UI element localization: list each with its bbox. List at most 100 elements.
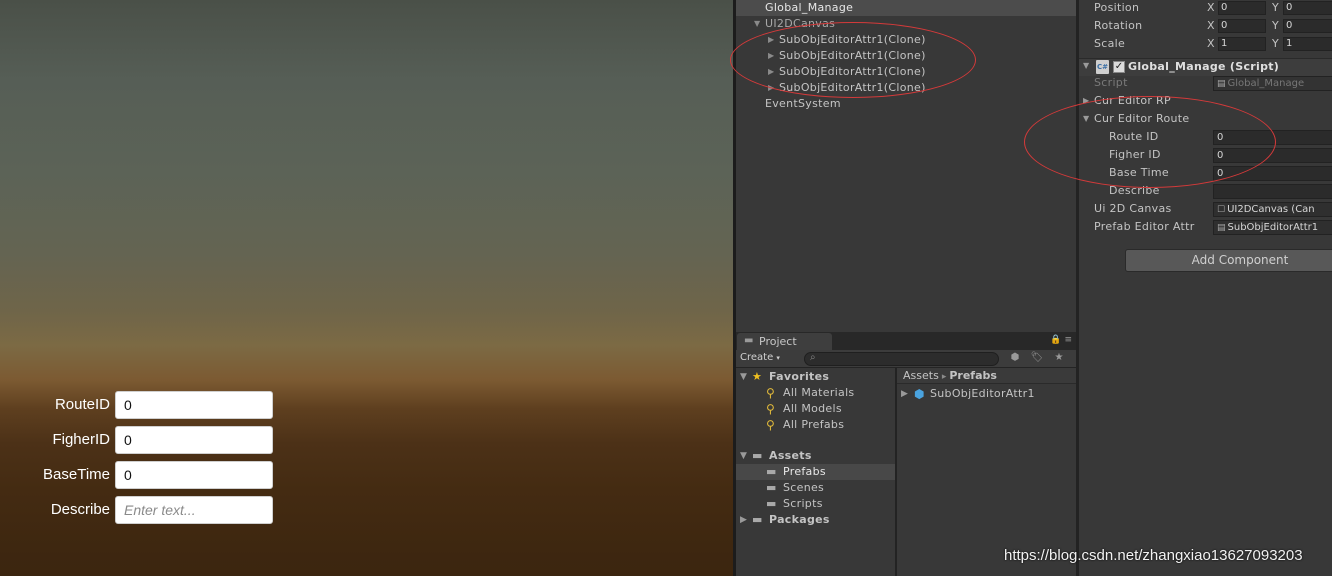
hierarchy-item-subobj-clone[interactable]: ▶ SubObjEditorAttr1(Clone) bbox=[736, 48, 1076, 64]
hierarchy-item-label: SubObjEditorAttr1(Clone) bbox=[779, 33, 926, 46]
cur-editor-route-label: Cur Editor Route bbox=[1094, 112, 1190, 125]
expand-right-icon[interactable]: ▶ bbox=[768, 48, 774, 63]
describe-property-row: Describe bbox=[1079, 183, 1332, 201]
gameobject-icon: ☐ bbox=[1217, 205, 1226, 215]
tab-project[interactable]: ▬ Project bbox=[737, 333, 832, 350]
tree-assets[interactable]: ▼ ▬ Assets bbox=[736, 448, 895, 464]
describe-row: Describe Enter text... bbox=[0, 496, 300, 524]
rotation-x-field[interactable]: 0 bbox=[1218, 19, 1266, 33]
add-component-button[interactable]: Add Component bbox=[1125, 249, 1332, 272]
script-file-icon: ▤ bbox=[1217, 79, 1226, 89]
tree-favorite-item[interactable]: ⚲ All Materials bbox=[736, 385, 895, 401]
expand-down-icon[interactable]: ▼ bbox=[740, 448, 747, 464]
lock-icon[interactable]: 🔒 ≡ bbox=[1050, 335, 1072, 345]
scale-x-field[interactable]: 1 bbox=[1218, 37, 1266, 51]
saved-search-icon: ⚲ bbox=[766, 402, 775, 416]
base-time-property-row: Base Time 0 bbox=[1079, 165, 1332, 183]
hierarchy-item-label: Global_Manage bbox=[765, 1, 854, 14]
hierarchy-item-subobj-clone[interactable]: ▶ SubObjEditorAttr1(Clone) bbox=[736, 64, 1076, 80]
favorite-star-icon[interactable]: ★ bbox=[1050, 352, 1068, 366]
scale-label: Scale bbox=[1094, 37, 1126, 50]
tree-item-label: All Prefabs bbox=[783, 418, 845, 431]
tree-packages[interactable]: ▶ ▬ Packages bbox=[736, 512, 895, 528]
hierarchy-item-subobj-clone[interactable]: ▶ SubObjEditorAttr1(Clone) bbox=[736, 32, 1076, 48]
folder-icon: ▬ bbox=[766, 481, 777, 494]
hierarchy-item-label: EventSystem bbox=[765, 97, 841, 110]
breadcrumb-root[interactable]: Assets bbox=[903, 369, 939, 382]
project-search-input[interactable]: ⌕ bbox=[804, 352, 999, 366]
expand-right-icon[interactable]: ▶ bbox=[740, 512, 747, 528]
tree-favorites[interactable]: ▼ ★ Favorites bbox=[736, 369, 895, 385]
tree-folder-scenes[interactable]: ▬ Scenes bbox=[736, 480, 895, 496]
script-value: Global_Manage bbox=[1227, 78, 1305, 89]
hierarchy-item-eventsystem[interactable]: EventSystem bbox=[736, 96, 1076, 112]
folder-icon: ▬ bbox=[766, 497, 777, 510]
script-icon: C# bbox=[1096, 60, 1109, 74]
tree-folder-scripts[interactable]: ▬ Scripts bbox=[736, 496, 895, 512]
tree-favorites-label: Favorites bbox=[769, 370, 830, 383]
tree-favorite-item[interactable]: ⚲ All Models bbox=[736, 401, 895, 417]
base-time-row: BaseTime 0 bbox=[0, 461, 300, 489]
asset-item[interactable]: ▶ ⬢ SubObjEditorAttr1 bbox=[897, 386, 1076, 402]
breadcrumb: Assets ▸ Prefabs bbox=[897, 368, 1076, 384]
tree-item-label: Scripts bbox=[783, 497, 823, 510]
expand-right-icon[interactable]: ▶ bbox=[901, 386, 908, 402]
expand-down-icon[interactable]: ▼ bbox=[754, 16, 760, 31]
position-x-field[interactable]: 0 bbox=[1218, 1, 1266, 15]
watermark: https://blog.csdn.net/zhangxiao136270932… bbox=[1004, 547, 1303, 564]
transform-position-row: Position X 0 Y 0 bbox=[1079, 0, 1332, 18]
figher-id-input[interactable]: 0 bbox=[115, 426, 273, 454]
expand-right-icon[interactable]: ▶ bbox=[768, 32, 774, 47]
tree-assets-label: Assets bbox=[769, 449, 812, 462]
component-title: Global_Manage (Script) bbox=[1128, 60, 1280, 73]
figher-id-property-field[interactable]: 0 bbox=[1213, 148, 1332, 163]
base-time-input[interactable]: 0 bbox=[115, 461, 273, 489]
cur-editor-rp-row[interactable]: ▶ Cur Editor RP bbox=[1079, 93, 1332, 111]
star-icon: ★ bbox=[752, 370, 762, 383]
position-y-field[interactable]: 0 bbox=[1283, 1, 1332, 15]
ui2d-canvas-value: UI2DCanvas (Can bbox=[1227, 204, 1315, 215]
folder-icon: ▬ bbox=[766, 465, 777, 478]
expand-right-icon[interactable]: ▶ bbox=[768, 80, 774, 95]
create-button[interactable]: Create ▾ bbox=[740, 352, 796, 366]
expand-down-icon[interactable]: ▼ bbox=[740, 369, 747, 385]
script-label: Script bbox=[1094, 76, 1128, 89]
hierarchy-item-label: SubObjEditorAttr1(Clone) bbox=[779, 81, 926, 94]
folder-icon: ▬ bbox=[752, 513, 763, 526]
filter-by-type-icon[interactable]: ⬢ bbox=[1006, 352, 1024, 366]
hierarchy-item-subobj-clone[interactable]: ▶ SubObjEditorAttr1(Clone) bbox=[736, 80, 1076, 96]
base-time-property-field[interactable]: 0 bbox=[1213, 166, 1332, 181]
rotation-y-field[interactable]: 0 bbox=[1283, 19, 1332, 33]
hierarchy-item-label: SubObjEditorAttr1(Clone) bbox=[779, 49, 926, 62]
route-id-input[interactable]: 0 bbox=[115, 391, 273, 419]
component-header[interactable]: ▼ C# ✓ Global_Manage (Script) bbox=[1079, 58, 1332, 76]
ui2d-canvas-field[interactable]: ☐ UI2DCanvas (Can bbox=[1213, 202, 1332, 217]
describe-property-field[interactable] bbox=[1213, 184, 1332, 199]
expand-right-icon[interactable]: ▶ bbox=[1083, 93, 1089, 109]
scale-y-field[interactable]: 1 bbox=[1283, 37, 1332, 51]
ui2d-canvas-label: Ui 2D Canvas bbox=[1094, 202, 1172, 215]
tree-folder-prefabs[interactable]: ▬ Prefabs bbox=[736, 464, 895, 480]
game-view: RouteID 0 FigherID 0 BaseTime 0 Describe… bbox=[0, 0, 733, 576]
position-label: Position bbox=[1094, 1, 1140, 14]
breadcrumb-current[interactable]: Prefabs bbox=[949, 369, 997, 382]
project-folder-tree: ▼ ★ Favorites ⚲ All Materials ⚲ All Mode… bbox=[736, 368, 895, 576]
cur-editor-route-row[interactable]: ▼ Cur Editor Route bbox=[1079, 111, 1332, 129]
describe-input[interactable]: Enter text... bbox=[115, 496, 273, 524]
filter-by-label-icon[interactable]: 🏷 bbox=[1028, 352, 1046, 366]
prefab-editor-field[interactable]: ▤ SubObjEditorAttr1 bbox=[1213, 220, 1332, 235]
hierarchy-item-label: UI2DCanvas bbox=[765, 17, 836, 30]
expand-right-icon[interactable]: ▶ bbox=[768, 64, 774, 79]
hierarchy-item-ui2dcanvas[interactable]: ▼ UI2DCanvas bbox=[736, 16, 1076, 32]
x-label: X bbox=[1207, 37, 1215, 50]
hierarchy-item-global-manage[interactable]: Global_Manage bbox=[736, 0, 1076, 16]
ui2d-canvas-row: Ui 2D Canvas ☐ UI2DCanvas (Can bbox=[1079, 201, 1332, 219]
tree-favorite-item[interactable]: ⚲ All Prefabs bbox=[736, 417, 895, 433]
y-label: Y bbox=[1272, 1, 1279, 14]
collapse-down-icon[interactable]: ▼ bbox=[1083, 61, 1089, 70]
component-enabled-checkbox[interactable]: ✓ bbox=[1113, 61, 1125, 73]
route-id-property-field[interactable]: 0 bbox=[1213, 130, 1332, 145]
expand-down-icon[interactable]: ▼ bbox=[1083, 111, 1089, 127]
cur-editor-rp-label: Cur Editor RP bbox=[1094, 94, 1171, 107]
breadcrumb-separator: ▸ bbox=[941, 372, 947, 382]
